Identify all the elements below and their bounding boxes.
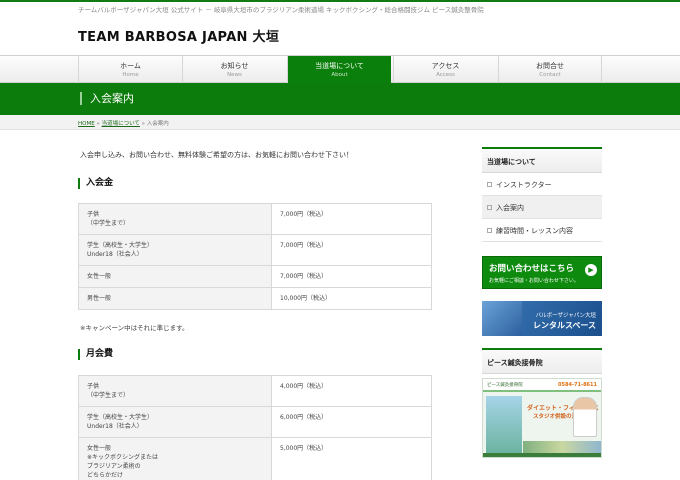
nav-access[interactable]: アクセス Access	[393, 56, 497, 83]
fee-value: 7,000円（税込）	[271, 265, 432, 288]
fee-label-line: （中学生まで）	[87, 392, 130, 399]
fee-label-line: 学生（高校生・大学生）	[87, 414, 154, 421]
breadcrumb-about-link[interactable]: 当道場について	[102, 121, 140, 127]
nav-contact-label: お問合せ	[536, 62, 564, 70]
fee-label-line: どちらかだけ	[87, 472, 124, 479]
sidebar-item-instructor[interactable]: インストラクター	[482, 173, 602, 196]
breadcrumb-separator: »	[96, 121, 100, 127]
fee-label-line: （中学生まで）	[87, 220, 130, 227]
fee-label-line: 女性一般	[87, 273, 112, 280]
clinic-banner-phone: 0584-71-8611	[558, 382, 597, 388]
sidebar-item-label: インストラクター	[496, 181, 552, 189]
top-bar: チームバルボーザジャパン大垣 公式サイト － 岐阜県大垣市のブラジリアン柔術道場…	[0, 0, 680, 14]
fee-label: 女性一般 ※キックボクシングまたは ブラジリアン柔術の どちらかだけ	[78, 437, 272, 480]
contact-banner[interactable]: お問い合わせはこちら お気軽にご相談・お問い合わせ下さい。 ▶	[482, 256, 602, 289]
clinic-photo	[486, 396, 522, 454]
nav-access-label: アクセス	[431, 62, 460, 70]
breadcrumb: HOME » 当道場について » 入会案内	[78, 119, 169, 127]
fee-label-line: ※キックボクシングまたは	[87, 454, 159, 461]
nav-home-sub: Home	[122, 72, 139, 78]
fee-value: 5,000円（税込）	[271, 437, 432, 480]
rental-banner-title: レンタルスペース	[532, 321, 596, 330]
page-title: 入会案内	[80, 92, 134, 105]
fee-label-line: 子供	[87, 211, 100, 218]
rental-space-banner[interactable]: バルボーザジャパン大垣 レンタルスペース	[482, 301, 602, 336]
clinic-photo-strip	[523, 441, 601, 453]
arrow-right-icon: ▶	[585, 264, 597, 276]
page-title-banner: 入会案内	[0, 83, 680, 115]
site-tagline: チームバルボーザジャパン大垣 公式サイト － 岐阜県大垣市のブラジリアン柔術道場…	[78, 6, 484, 14]
table-row: 学生（高校生・大学生） Under18（社会人） 7,000円（税込）	[78, 234, 432, 266]
clinic-banner-name: ピース鍼灸接骨院	[487, 383, 523, 388]
fee-label: 男性一般	[78, 287, 272, 310]
square-bullet-icon	[487, 205, 492, 210]
staff-photo	[573, 397, 597, 437]
sidebar-item-membership[interactable]: 入会案内	[482, 196, 602, 219]
entry-fee-table: 子供 （中学生まで） 7,000円（税込） 学生（高校生・大学生） Under1…	[78, 203, 432, 310]
table-row: 学生（高校生・大学生） Under18（社会人） 6,000円（税込）	[78, 406, 432, 438]
breadcrumb-current: 入会案内	[146, 121, 169, 127]
table-row: 女性一般 7,000円（税込）	[78, 265, 432, 288]
sidebar-item-label: 入会案内	[496, 204, 524, 212]
nav-news-sub: News	[227, 72, 242, 78]
fee-value: 7,000円（税込）	[271, 203, 432, 235]
nav-about[interactable]: 当道場について About	[287, 56, 391, 83]
fee-label: 子供 （中学生まで）	[78, 203, 272, 235]
nav-home[interactable]: ホーム Home	[78, 56, 182, 83]
fee-label-line: Under18（社会人）	[87, 251, 143, 258]
rental-banner-subtitle: バルボーザジャパン大垣	[535, 313, 596, 319]
campaign-note: ※キャンペーン中はそれに準じます。	[80, 324, 189, 332]
clinic-banner[interactable]: ピース鍼灸接骨院 0584-71-8611 ダイエット・フィットネス スタジオ併…	[482, 378, 602, 458]
fee-label-line: 学生（高校生・大学生）	[87, 242, 154, 249]
sidebar-item-label: 練習時間・レッスン内容	[496, 227, 573, 235]
square-bullet-icon	[487, 228, 492, 233]
fee-label-line: Under18（社会人）	[87, 423, 143, 430]
fee-value: 4,000円（税込）	[271, 375, 432, 407]
entry-fee-heading: 入会金	[78, 178, 113, 189]
breadcrumb-bar: HOME » 当道場について » 入会案内	[0, 115, 680, 130]
nav-about-sub: About	[331, 72, 348, 78]
table-row: 子供 （中学生まで） 7,000円（税込）	[78, 203, 432, 235]
fee-label: 学生（高校生・大学生） Under18（社会人）	[78, 234, 272, 266]
table-row: 子供 （中学生まで） 4,000円（税込）	[78, 375, 432, 407]
fee-label: 学生（高校生・大学生） Under18（社会人）	[78, 406, 272, 438]
nav-news[interactable]: お知らせ News	[182, 56, 286, 83]
breadcrumb-separator: »	[141, 121, 146, 127]
square-bullet-icon	[487, 182, 492, 187]
intro-text: 入会申し込み、お問い合わせ、無料体験ご希望の方は、お気軽にお問い合わせ下さい！	[80, 151, 353, 159]
sidebar-clinic-heading: ピース鍼灸接骨院	[482, 348, 602, 374]
fee-label: 女性一般	[78, 265, 272, 288]
nav-home-label: ホーム	[120, 62, 141, 70]
monthly-fee-heading: 月会費	[78, 349, 113, 360]
table-row: 女性一般 ※キックボクシングまたは ブラジリアン柔術の どちらかだけ 5,000…	[78, 437, 432, 480]
fee-value: 6,000円（税込）	[271, 406, 432, 438]
fee-label-line: 子供	[87, 383, 100, 390]
breadcrumb-home-link[interactable]: HOME	[78, 121, 95, 127]
sidebar-item-schedule[interactable]: 練習時間・レッスン内容	[482, 219, 602, 242]
fee-label-line: 女性一般	[87, 445, 112, 452]
sidebar-about-heading: 当道場について	[482, 147, 602, 173]
contact-banner-subtitle: お気軽にご相談・お問い合わせ下さい。	[489, 278, 579, 284]
fee-label-line: ブラジリアン柔術の	[87, 463, 141, 470]
nav-contact[interactable]: お問合せ Contact	[498, 56, 602, 83]
contact-banner-title: お問い合わせはこちら	[489, 264, 575, 274]
fee-value: 7,000円（税込）	[271, 234, 432, 266]
nav-news-label: お知らせ	[220, 62, 249, 70]
fee-label-line: 男性一般	[87, 295, 112, 302]
monthly-fee-table: 子供 （中学生まで） 4,000円（税込） 学生（高校生・大学生） Under1…	[78, 375, 432, 480]
table-row: 男性一般 10,000円（税込）	[78, 287, 432, 310]
fee-value: 10,000円（税込）	[271, 287, 432, 310]
nav-about-label: 当道場について	[315, 62, 364, 70]
nav-contact-sub: Contact	[539, 72, 561, 78]
site-title[interactable]: TEAM BARBOSA JAPAN 大垣	[78, 26, 279, 45]
clinic-banner-footer	[483, 453, 601, 457]
nav-access-sub: Access	[436, 72, 455, 78]
rental-banner-photo	[482, 301, 522, 336]
global-nav: ホーム Home お知らせ News 当道場について About アクセス Ac…	[0, 55, 680, 83]
fee-label: 子供 （中学生まで）	[78, 375, 272, 407]
